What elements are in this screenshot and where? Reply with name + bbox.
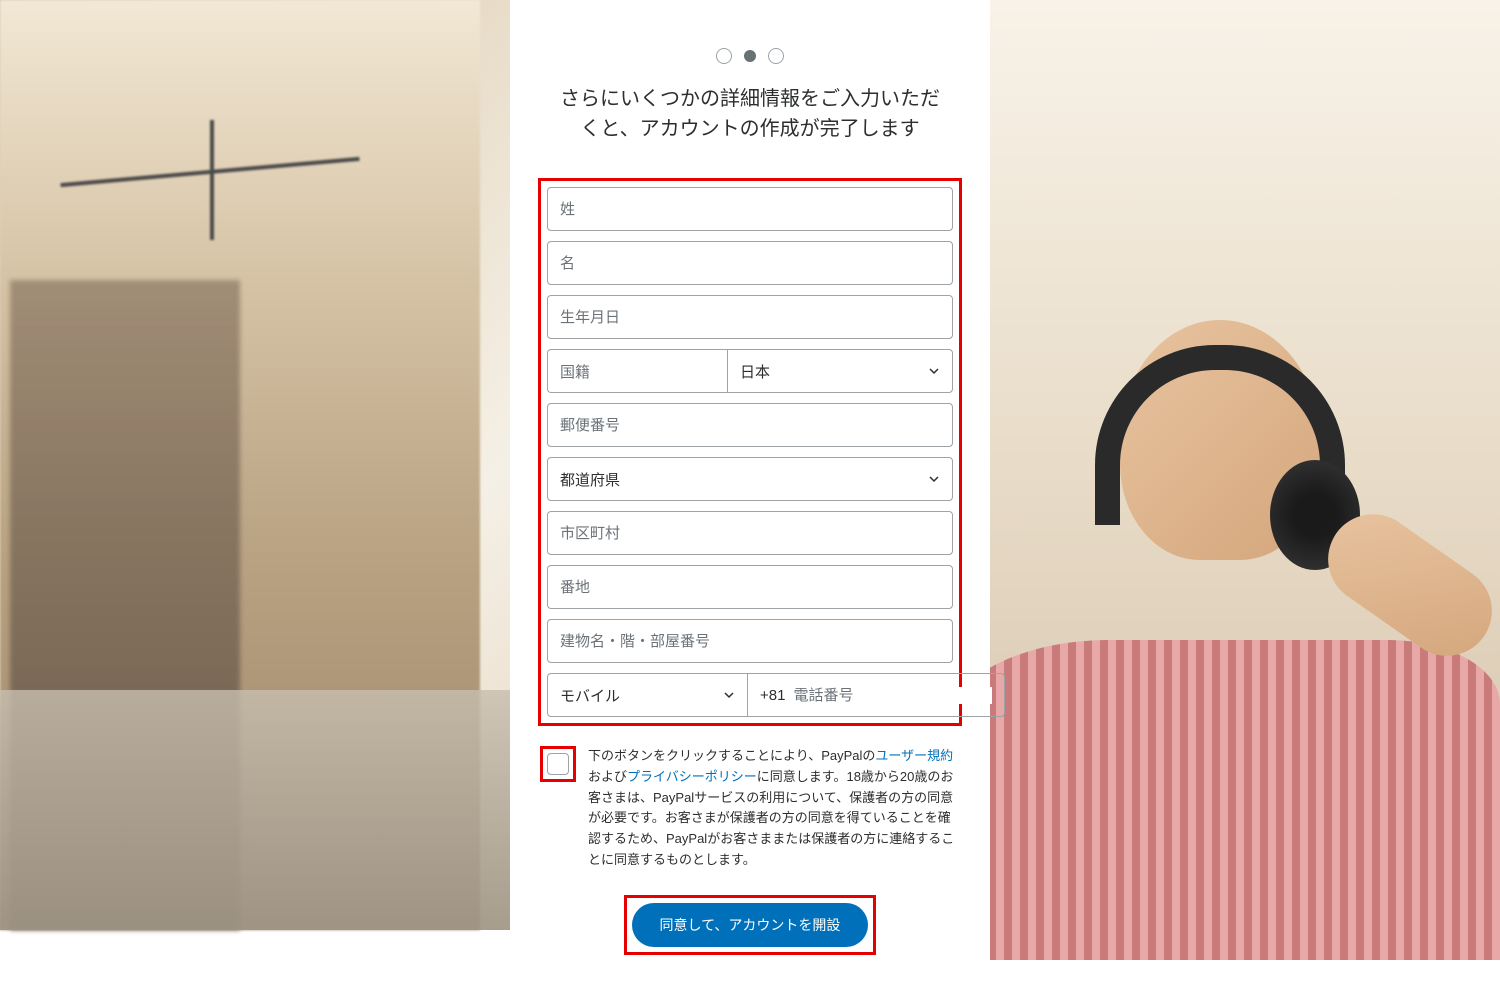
phone-type-select[interactable]: モバイル bbox=[547, 673, 747, 717]
privacy-policy-link[interactable]: プライバシーポリシー bbox=[627, 769, 757, 784]
consent-text: 下のボタンをクリックすることにより、PayPalのユーザー規約およびプライバシー… bbox=[588, 746, 960, 871]
step-dot-3 bbox=[768, 48, 784, 64]
birthdate-input[interactable] bbox=[547, 295, 953, 339]
city-input[interactable] bbox=[547, 511, 953, 555]
page-heading: さらにいくつかの詳細情報をご入力いただくと、アカウントの作成が完了します bbox=[538, 84, 962, 144]
progress-stepper bbox=[538, 48, 962, 64]
phone-input-wrapper: +81 bbox=[747, 673, 1005, 717]
last-name-input[interactable] bbox=[547, 187, 953, 231]
submit-button[interactable]: 同意して、アカウントを開設 bbox=[632, 903, 869, 947]
postal-code-input[interactable] bbox=[547, 403, 953, 447]
prefecture-value: 都道府県 bbox=[560, 469, 620, 490]
building-input[interactable] bbox=[547, 619, 953, 663]
submit-wrapper: 同意して、アカウントを開設 bbox=[538, 895, 962, 955]
street-input[interactable] bbox=[547, 565, 953, 609]
prefecture-select[interactable]: 都道府県 bbox=[547, 457, 953, 501]
checkbox-highlight-box bbox=[540, 746, 576, 782]
user-agreement-link[interactable]: ユーザー規約 bbox=[875, 748, 953, 763]
signup-card: さらにいくつかの詳細情報をご入力いただくと、アカウントの作成が完了します 国籍 … bbox=[510, 0, 990, 983]
form-highlight-box: 国籍 日本 都道府県 モバイル +81 bbox=[538, 178, 962, 726]
chevron-down-icon bbox=[928, 365, 940, 377]
step-dot-1 bbox=[716, 48, 732, 64]
phone-number-input[interactable] bbox=[793, 687, 992, 704]
phone-type-value: モバイル bbox=[560, 685, 620, 706]
nationality-value: 日本 bbox=[740, 361, 770, 382]
consent-row: 下のボタンをクリックすることにより、PayPalのユーザー規約およびプライバシー… bbox=[538, 746, 962, 871]
step-dot-2 bbox=[744, 50, 756, 62]
first-name-input[interactable] bbox=[547, 241, 953, 285]
submit-highlight-box: 同意して、アカウントを開設 bbox=[624, 895, 877, 955]
nationality-label: 国籍 bbox=[547, 349, 727, 393]
chevron-down-icon bbox=[928, 473, 940, 485]
nationality-select[interactable]: 日本 bbox=[727, 349, 953, 393]
chevron-down-icon bbox=[723, 689, 735, 701]
consent-checkbox[interactable] bbox=[547, 753, 569, 775]
phone-prefix: +81 bbox=[760, 687, 785, 704]
